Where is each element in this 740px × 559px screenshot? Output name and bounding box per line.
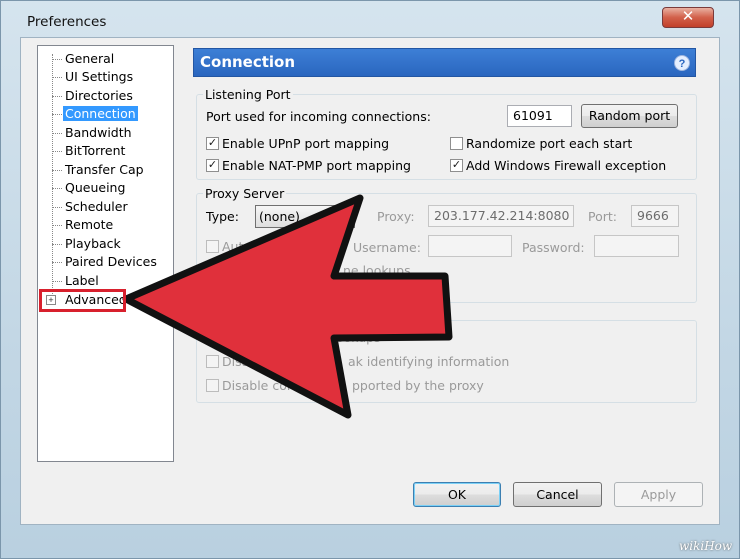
red-arrow-annotation xyxy=(122,194,453,419)
wikihow-watermark: wikiHow xyxy=(679,539,733,553)
advanced-highlight-box xyxy=(39,289,126,312)
arrow-shape xyxy=(122,194,453,419)
